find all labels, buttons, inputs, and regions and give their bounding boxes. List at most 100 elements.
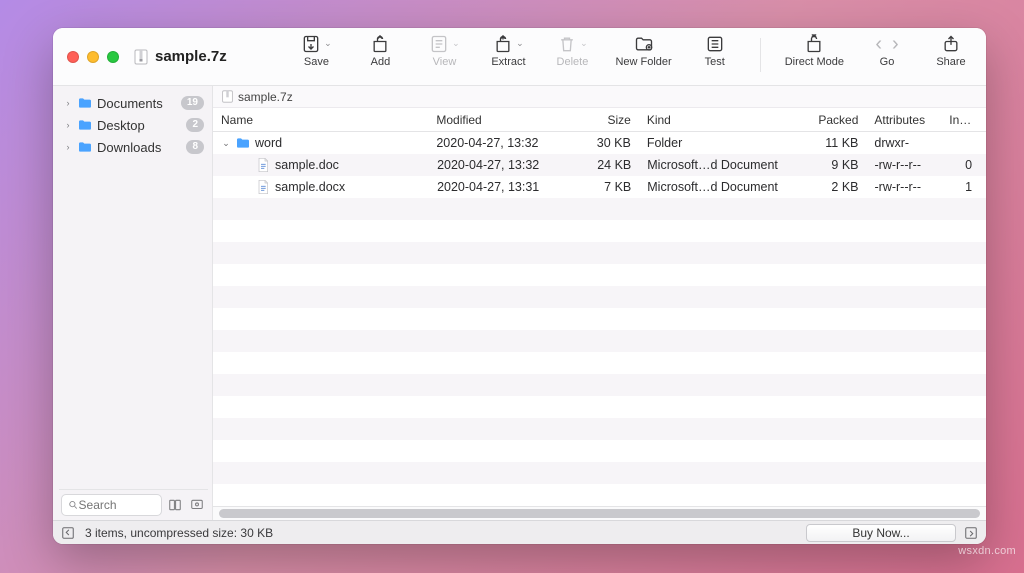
save-button[interactable]: ⌄ Save (295, 34, 337, 68)
path-segment: sample.7z (238, 90, 293, 104)
table-row[interactable]: sample.docx 2020-04-27, 13:317 KBMicrosof… (213, 176, 986, 198)
search-icon (68, 499, 79, 511)
folder-icon (77, 117, 93, 133)
delete-icon: ⌄ (557, 34, 588, 54)
count-badge: 8 (186, 140, 204, 154)
count-badge: 19 (181, 96, 204, 110)
buy-now-button[interactable]: Buy Now... (806, 524, 956, 542)
column-header-attributes[interactable]: Attributes (866, 113, 941, 127)
cell-attributes: drwxr- (866, 136, 941, 150)
column-header-modified[interactable]: Modified (428, 113, 575, 127)
extract-button[interactable]: ⌄ Extract (487, 34, 529, 68)
scroll-thumb[interactable] (219, 509, 980, 518)
table-header: Name Modified Size Kind Packed Attribute… (213, 108, 986, 132)
back-arrow-icon: ‹ (875, 34, 882, 54)
count-badge: 2 (186, 118, 204, 132)
archive-icon (133, 49, 149, 65)
cell-kind: Microsoft…d Document (639, 158, 803, 172)
sidebar: › Documents 19 › Desktop 2 › Downloads 8 (53, 86, 213, 520)
cell-packed: 11 KB (803, 136, 866, 150)
horizontal-scrollbar[interactable] (213, 506, 986, 520)
cell-modified: 2020-04-27, 13:32 (428, 136, 575, 150)
sidebar-item-label: Documents (97, 96, 163, 111)
add-icon (370, 34, 390, 54)
zoom-button[interactable] (107, 51, 119, 63)
extract-icon: ⌄ (493, 34, 524, 54)
test-icon (705, 34, 725, 54)
sidebar-item-documents[interactable]: › Documents 19 (59, 92, 208, 114)
search-field[interactable] (61, 494, 162, 516)
cell-size: 30 KB (575, 136, 638, 150)
view-button[interactable]: ⌄ View (423, 34, 465, 68)
cell-packed: 2 KB (803, 180, 866, 194)
table-body: ⌄word2020-04-27, 13:3230 KBFolder11 KBdr… (213, 132, 986, 506)
cell-modified: 2020-04-27, 13:32 (429, 158, 576, 172)
chevron-right-icon: › (63, 120, 73, 130)
cell-kind: Microsoft…d Document (639, 180, 803, 194)
cell-kind: Folder (639, 136, 803, 150)
go-button[interactable]: ‹ › Go (866, 34, 908, 68)
path-bar[interactable]: sample.7z (213, 86, 986, 108)
file-name: sample.docx (275, 180, 345, 194)
new-folder-button[interactable]: New Folder (615, 34, 671, 68)
minimize-button[interactable] (87, 51, 99, 63)
sidebar-item-label: Downloads (97, 140, 161, 155)
column-header-size[interactable]: Size (575, 113, 638, 127)
window-controls (67, 51, 119, 63)
main-panel: sample.7z Name Modified Size Kind Packed… (213, 86, 986, 520)
folder-icon (235, 135, 251, 151)
column-header-packed[interactable]: Packed (803, 113, 866, 127)
status-right-icon[interactable] (962, 524, 980, 542)
folder-icon (77, 95, 93, 111)
share-icon (941, 34, 961, 54)
column-header-name[interactable]: Name (213, 113, 428, 127)
sidebar-item-desktop[interactable]: › Desktop 2 (59, 114, 208, 136)
sidebar-preview-icon[interactable] (188, 496, 206, 514)
chevron-right-icon: › (63, 98, 73, 108)
sidebar-item-label: Desktop (97, 118, 145, 133)
archive-icon (221, 90, 234, 103)
chevron-right-icon: › (63, 142, 73, 152)
close-button[interactable] (67, 51, 79, 63)
cell-packed: 9 KB (803, 158, 866, 172)
sidebar-item-downloads[interactable]: › Downloads 8 (59, 136, 208, 158)
forward-arrow-icon: › (892, 34, 899, 54)
sidebar-layout-icon[interactable] (166, 496, 184, 514)
toolbar: ⌄ Save Add ⌄ View ⌄ Extract (295, 28, 972, 85)
toolbar-separator (760, 38, 761, 72)
search-input[interactable] (79, 498, 155, 512)
column-header-index[interactable]: Index (941, 113, 986, 127)
window-title: sample.7z (133, 48, 237, 65)
table-row[interactable]: sample.doc 2020-04-27, 13:3224 KBMicrosof… (213, 154, 986, 176)
watermark: wsxdn.com (958, 545, 1016, 557)
cell-index: 1 (941, 180, 986, 194)
save-icon: ⌄ (301, 34, 332, 54)
status-text: 3 items, uncompressed size: 30 KB (77, 526, 281, 540)
disclosure-icon[interactable]: ⌄ (221, 138, 231, 149)
file-name: word (255, 136, 282, 150)
document-icon (255, 179, 271, 195)
cell-size: 24 KB (576, 158, 639, 172)
title-text: sample.7z (155, 48, 237, 65)
go-icon: ‹ › (875, 34, 898, 54)
status-bar: 3 items, uncompressed size: 30 KB Buy No… (53, 520, 986, 544)
status-left-icon[interactable] (59, 524, 77, 542)
share-button[interactable]: Share (930, 34, 972, 68)
view-icon: ⌄ (429, 34, 460, 54)
app-window: sample.7z ⌄ Save Add ⌄ View (53, 28, 986, 544)
test-button[interactable]: Test (694, 34, 736, 68)
direct-mode-button[interactable]: Direct Mode (785, 34, 844, 68)
document-icon (255, 157, 271, 173)
file-name: sample.doc (275, 158, 339, 172)
sidebar-bottom (59, 489, 208, 520)
cell-size: 7 KB (576, 180, 639, 194)
add-button[interactable]: Add (359, 34, 401, 68)
delete-button[interactable]: ⌄ Delete (551, 34, 593, 68)
folder-icon (77, 139, 93, 155)
cell-index: 0 (941, 158, 986, 172)
cell-modified: 2020-04-27, 13:31 (429, 180, 576, 194)
cell-attributes: -rw-r--r-- (867, 180, 942, 194)
table-row[interactable]: ⌄ word 2020-04-27, 13:3230 KBFolder11 KBdr… (213, 132, 986, 154)
column-header-kind[interactable]: Kind (639, 113, 803, 127)
titlebar: sample.7z ⌄ Save Add ⌄ View (53, 28, 986, 86)
